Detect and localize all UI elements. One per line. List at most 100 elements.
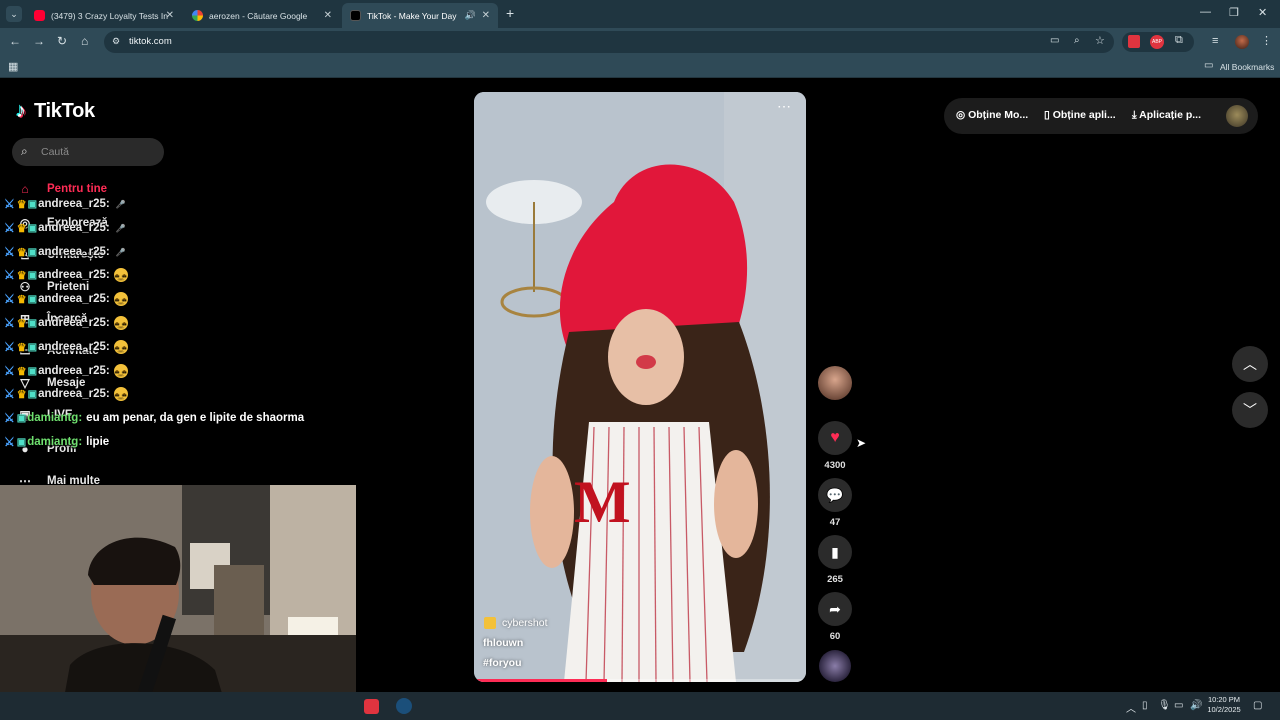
search-placeholder: Caută [41,146,70,158]
tab-search-button[interactable]: ⌄ [6,6,22,22]
search-input[interactable]: ⌕ Caută [12,138,164,166]
sound-name[interactable]: cybershot [502,617,548,629]
subscriber-badge-icon: ▣ [27,388,38,400]
subscriber-badge-icon: ▣ [27,198,38,210]
close-window-icon[interactable]: ✕ [1258,6,1267,19]
chat-message: ⚔ ♛ ▣ andreea_r25: 🎤 [4,196,128,212]
crown-badge-icon: ♛ [16,222,27,235]
chat-username: damiantg: [27,412,83,424]
save-button[interactable]: ▮ [818,535,852,569]
next-video-button[interactable]: ﹀ [1232,392,1268,428]
browser-menu-icon[interactable]: ⋮ [1261,34,1272,47]
get-coins-link[interactable]: ◎ Obține Mo... [956,109,1028,121]
chat-message: ⚔ ♛ ▣ andreea_r25: •_• [4,291,128,307]
video-frame: M [474,92,806,682]
notification-icon[interactable]: ▢ [1253,700,1262,711]
browser-tab-youtube[interactable]: (3479) 3 Crazy Loyalty Tests In C ✕ [26,3,182,28]
tiktok-logo[interactable]: ♪ TikTok [16,100,95,123]
face-emote: •_• [113,268,128,282]
address-bar[interactable]: ⚙ tiktok.com ▭ ⌕ ☆ [104,31,1114,53]
site-info-icon[interactable]: ⚙ [112,36,120,47]
more-options-icon[interactable]: ⋯ [777,98,792,115]
url-text: tiktok.com [129,36,172,47]
subscriber-badge-icon: ▣ [27,365,38,377]
restore-icon[interactable]: ❐ [1229,6,1239,19]
previous-video-button[interactable]: ︿ [1232,346,1268,382]
video-progress-track[interactable] [474,679,806,682]
microphone-icon[interactable]: 🎙 [1158,700,1171,711]
close-tab-icon[interactable]: ✕ [166,10,174,21]
new-tab-button[interactable]: + [506,5,514,21]
volume-icon[interactable]: 🔊 [1190,700,1202,711]
like-count: 4300 [824,460,846,471]
browser-tab-tiktok[interactable]: TikTok - Make Your Day 🔊 ✕ [342,3,498,28]
tray-app-icon[interactable]: ▯ [1142,700,1148,711]
subscriber-badge-icon: ▣ [27,341,38,353]
reload-icon[interactable]: ↻ [57,34,67,48]
nav-for-you[interactable]: ⌂ Pentru tine [16,182,107,196]
cast-icon[interactable]: ▭ [1050,35,1059,46]
chat-message: ⚔ ♛ ▣ andreea_r25: •_• [4,267,128,283]
comment-button[interactable]: 💬 [818,478,852,512]
chat-message: ⚔ ▣ damiantg: eu am penar, da gen e lipite … [4,410,304,426]
google-icon [192,10,203,21]
network-icon[interactable]: ▭ [1174,700,1183,711]
user-avatar[interactable] [1226,105,1248,127]
taskbar-app-steam-icon[interactable] [396,698,412,714]
minimize-icon[interactable]: — [1200,6,1211,18]
clock[interactable]: 10:20 PM 10/2/2025 [1206,695,1242,715]
music-disc-icon[interactable] [819,650,851,682]
all-bookmarks-link[interactable]: All Bookmarks [1220,62,1274,72]
forward-icon[interactable]: → [33,34,45,48]
tray-chevron-icon[interactable]: ︿ [1126,700,1136,715]
share-button[interactable]: ➦ [818,592,852,626]
like-button[interactable]: ♥ [818,421,852,455]
close-tab-icon[interactable]: ✕ [482,10,490,21]
chat-message: ⚔ ♛ ▣ andreea_r25: 🎤 [4,244,128,260]
bookmark-star-icon[interactable]: ☆ [1095,34,1105,47]
subscriber-badge-icon: ▣ [16,436,27,448]
profile-avatar[interactable] [1235,35,1249,49]
crown-badge-icon: ♛ [16,388,27,401]
svg-text:M: M [574,469,631,535]
close-tab-icon[interactable]: ✕ [324,10,332,21]
chevron-down-icon: ﹀ [1243,402,1257,418]
chat-message: ⚔ ♛ ▣ andreea_r25: •_• [4,386,128,402]
home-icon: ⌂ [21,182,29,196]
video-hashtag[interactable]: #foryou [483,657,522,669]
subscriber-badge-icon: ▣ [27,222,38,234]
chevron-up-icon: ︿ [1243,356,1257,372]
video-author[interactable]: fhlouwn [483,637,523,649]
apps-grid-icon[interactable]: ▦ [8,60,18,73]
chat-text: lipie [86,436,110,448]
browser-tab-bar: ⌄ (3479) 3 Crazy Loyalty Tests In C ✕ ae… [0,0,1280,28]
top-right-actions: ◎ Obține Mo... ▯ Obține apli... ⤓ Aplica… [944,98,1258,134]
comment-count: 47 [829,517,841,528]
crown-badge-icon: ♛ [16,317,27,330]
chat-username: andreea_r25: [38,341,110,353]
subscriber-badge-icon: ▣ [27,293,38,305]
browser-tab-google[interactable]: aerozen - Căutare Google ✕ [184,3,340,28]
crown-badge-icon: ♛ [16,341,27,354]
adblock-icon[interactable]: ABP [1150,35,1164,49]
phone-icon: ▯ [1044,109,1053,121]
video-player[interactable]: M ⋯ cybershot fhlouwn #foryou [474,92,806,682]
extension-shield-icon[interactable] [1128,35,1140,48]
puzzle-icon[interactable]: ⧉ [1175,34,1183,47]
reading-list-icon[interactable]: ≡ [1212,35,1218,47]
sword-badge-icon: ⚔ [4,268,15,282]
subscriber-badge-icon: ▣ [27,269,38,281]
zoom-icon[interactable]: ⌕ [1074,35,1080,46]
speaker-icon[interactable]: 🔊 [465,10,476,21]
sword-badge-icon: ⚔ [4,387,15,401]
share-icon: ➦ [829,600,841,617]
chat-text: eu am penar, da gen e lipite de shaorma [86,412,305,424]
home-icon[interactable]: ⌂ [81,34,88,48]
back-icon[interactable]: ← [9,34,21,48]
desktop-app-link[interactable]: ⤓ Aplicație p... [1132,109,1201,122]
taskbar-app-shield-icon[interactable] [364,699,379,714]
get-app-link[interactable]: ▯ Obține apli... [1044,109,1116,121]
subscriber-badge-icon: ▣ [27,317,38,329]
creator-avatar[interactable] [818,366,852,400]
face-emote: •_• [113,292,128,306]
